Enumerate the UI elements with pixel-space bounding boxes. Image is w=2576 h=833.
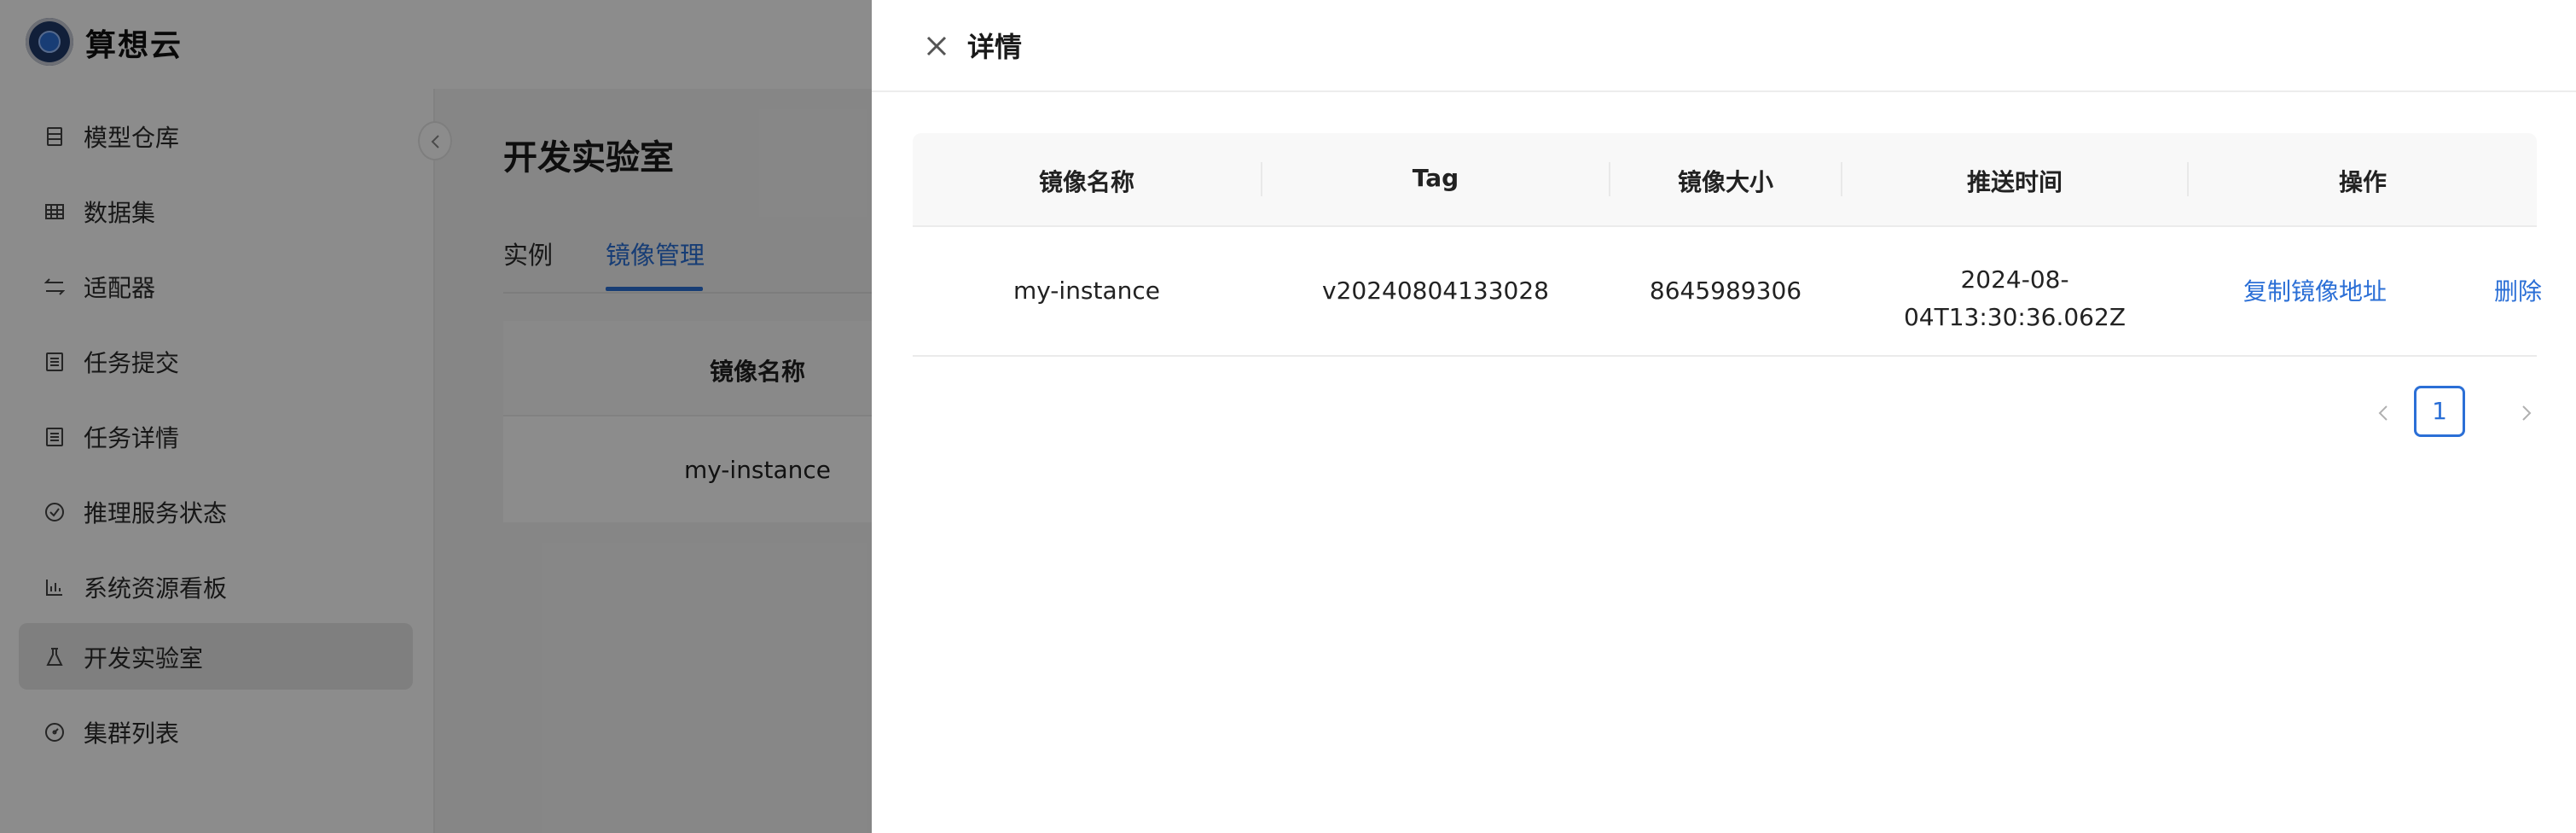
push-time-cell: 2024-08- 04T13:30:36.062Z	[1842, 261, 2187, 336]
modal-overlay[interactable]	[0, 0, 872, 833]
column-header-tag: Tag	[1412, 164, 1459, 192]
column-header-actions: 操作	[2338, 168, 2387, 196]
pagination-page-current[interactable]: 1	[2414, 386, 2465, 437]
drawer-title: 详情	[967, 31, 1023, 63]
app-root: 算想云 模型仓库 数据集 适配器 任务提交 任务详情 推理服务状态 系统资源看板…	[0, 0, 2576, 833]
close-icon[interactable]	[918, 27, 955, 65]
image-name-cell: my-instance	[1012, 277, 1161, 305]
drawer-header: 详情	[872, 0, 2576, 92]
table-header: 镜像名称 Tag 镜像大小 推送时间 操作	[913, 133, 2537, 227]
push-time-line-1: 2024-08-	[1960, 265, 2069, 294]
detail-drawer: 详情 镜像名称 Tag 镜像大小 推送时间 操作 my-instance v20…	[872, 0, 2576, 833]
delete-link[interactable]: 删除	[2494, 273, 2542, 307]
pagination-prev-icon[interactable]	[2366, 386, 2400, 440]
push-time-line-2: 04T13:30:36.062Z	[1903, 303, 2126, 331]
copy-image-address-link[interactable]: 复制镜像地址	[2243, 273, 2387, 307]
table-row: my-instance v20240804133028 8645989306 2…	[913, 227, 2542, 357]
column-header-image-name: 镜像名称	[1038, 168, 1134, 196]
column-header-image-size: 镜像大小	[1677, 168, 1773, 196]
tag-cell: v20240804133028	[1322, 277, 1549, 305]
pagination-next-icon[interactable]	[2509, 386, 2544, 440]
column-header-push-time: 推送时间	[1966, 168, 2063, 196]
image-size-cell: 8645989306	[1649, 277, 1802, 305]
